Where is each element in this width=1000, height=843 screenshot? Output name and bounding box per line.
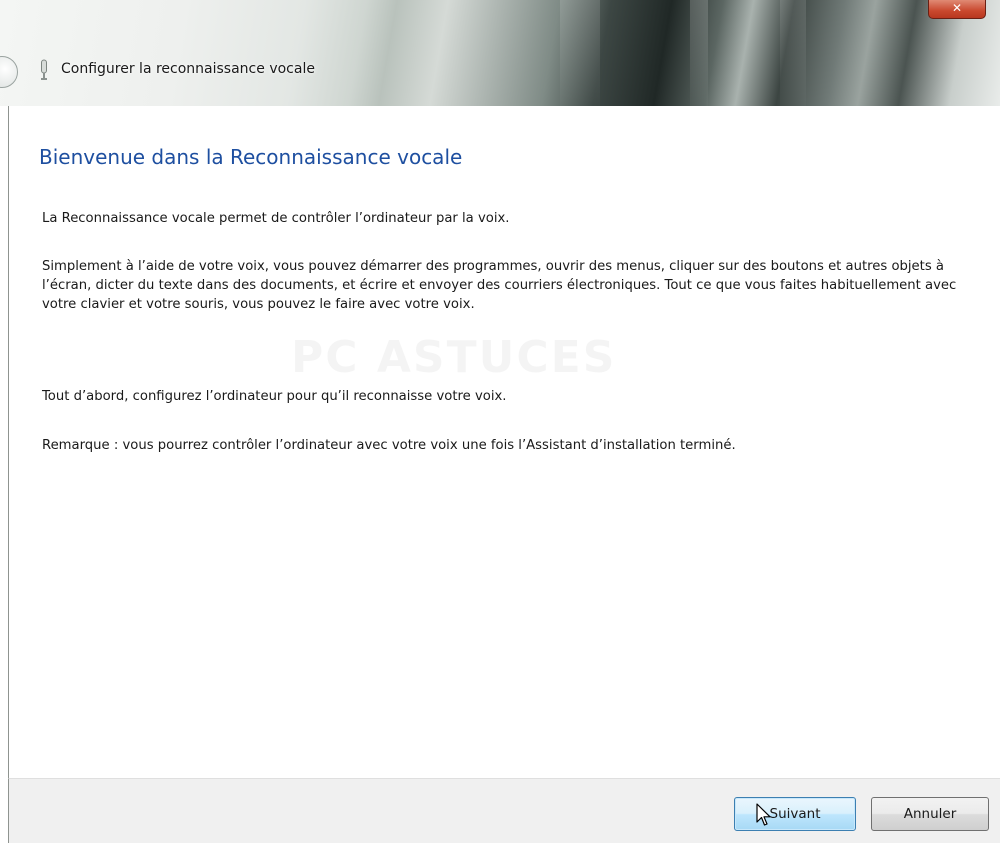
glass-streak (560, 0, 600, 106)
page-heading: Bienvenue dans la Reconnaissance vocale (39, 145, 463, 169)
window-title: Configurer la reconnaissance vocale (61, 61, 315, 77)
note-paragraph: Remarque : vous pourrez contrôler l’ordi… (42, 438, 736, 453)
title-bar: Configurer la reconnaissance vocale ✕ (0, 0, 1000, 106)
glass-streak (780, 0, 806, 106)
wizard-content: PC ASTUCES Bienvenue dans la Reconnaissa… (8, 106, 1000, 778)
next-button[interactable]: Suivant (734, 797, 856, 831)
wizard-footer: Suivant Annuler (8, 778, 1000, 843)
glass-streak (690, 0, 708, 106)
description-paragraph: Simplement à l’aide de votre voix, vous … (42, 259, 957, 312)
close-icon: ✕ (951, 1, 963, 15)
microphone-icon (41, 59, 47, 80)
intro-paragraph: La Reconnaissance vocale permet de contr… (42, 211, 510, 226)
watermark-logo: PC ASTUCES (291, 332, 616, 383)
back-button[interactable] (0, 56, 18, 88)
setup-wizard-window: Configurer la reconnaissance vocale ✕ PC… (0, 0, 1000, 843)
cancel-button[interactable]: Annuler (871, 797, 989, 831)
close-button[interactable]: ✕ (928, 0, 986, 19)
mouse-cursor-icon (756, 803, 771, 826)
instruction-paragraph: Tout d’abord, configurez l’ordinateur po… (42, 389, 507, 404)
